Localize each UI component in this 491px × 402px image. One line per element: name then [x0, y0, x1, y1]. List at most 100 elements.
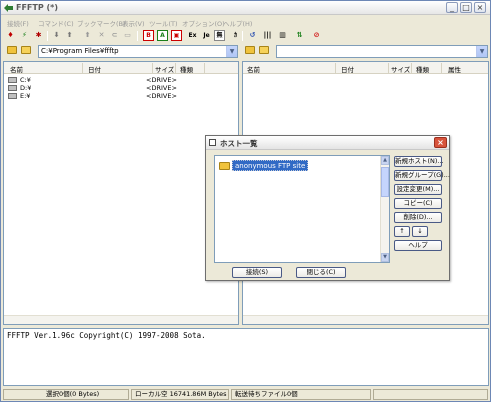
folder-icon [219, 162, 230, 170]
menu-bookmark[interactable]: ブックマーク(B) [77, 18, 126, 28]
connect-button[interactable]: 接続(S) [232, 267, 282, 278]
quick-connect-icon[interactable]: ⚡ [19, 30, 30, 41]
menu-bar: 接続(F) コマンド(C) ブックマーク(B) 表示(V) ツール(T) オプシ… [1, 16, 490, 28]
column-divider[interactable] [82, 63, 83, 73]
column-divider[interactable] [204, 63, 205, 73]
menu-options[interactable]: オプション(O) [182, 18, 225, 28]
scroll-down-icon[interactable]: ▼ [381, 253, 389, 262]
col-date[interactable]: 日付 [88, 64, 101, 74]
list-item[interactable]: C:¥ <DRIVE> [6, 76, 236, 84]
help-button[interactable]: ヘルプ [394, 240, 442, 251]
chevron-down-icon[interactable]: ▼ [476, 46, 487, 57]
mkdir-icon[interactable]: ▭ [122, 30, 133, 41]
list-item[interactable]: D:¥ <DRIVE> [6, 84, 236, 92]
folder-up-icon[interactable] [7, 46, 17, 54]
copy-button[interactable]: コピー(C) [394, 198, 442, 209]
status-local-free: ローカル空 16741.86M Bytes [131, 389, 229, 400]
local-path-text: C:¥Program Files¥ffftp [41, 47, 119, 55]
list-view-icon[interactable]: ||| [262, 30, 273, 41]
remote-path-combo[interactable]: ▼ [276, 45, 488, 58]
close-window-button[interactable]: × [474, 2, 486, 13]
open-folder-icon[interactable] [259, 46, 269, 54]
status-extra [373, 389, 488, 400]
vertical-scrollbar[interactable]: ▲ ▼ [380, 156, 389, 262]
move-down-button[interactable]: ↓ [412, 226, 428, 237]
host-item-label: anonymous FTP site [232, 160, 309, 171]
no-convert-icon[interactable]: 無 [214, 30, 225, 41]
kana-icon[interactable]: ｶ [230, 30, 241, 41]
log-panel[interactable]: FFFTP Ver.1.96c Copyright(C) 1997-2008 S… [3, 328, 489, 386]
new-group-button[interactable]: 新規グループ(G)... [394, 170, 450, 181]
list-item[interactable]: E:¥ <DRIVE> [6, 92, 236, 100]
status-bar: 選択0個(0 Bytes) ローカル空 16741.86M Bytes 転送待ち… [1, 388, 490, 401]
scroll-up-icon[interactable]: ▲ [381, 156, 389, 165]
close-dialog-button[interactable]: 閉じる(C) [296, 267, 346, 278]
menu-view[interactable]: 表示(V) [122, 18, 145, 28]
horizontal-scrollbar[interactable] [4, 315, 238, 324]
file-size: <DRIVE> [146, 84, 177, 92]
title-bar: FFFTP (*) _ □ × [1, 1, 490, 15]
binary-mode-icon[interactable]: B [143, 30, 154, 41]
euc-icon[interactable]: Ex [187, 30, 198, 41]
disconnect-icon[interactable]: ✱ [33, 30, 44, 41]
minimize-button[interactable]: _ [446, 2, 458, 13]
delete-icon[interactable]: ✕ [96, 30, 107, 41]
app-icon [4, 4, 13, 12]
chevron-down-icon[interactable]: ▼ [226, 46, 237, 57]
mirror-upload-icon[interactable]: ⬆ [82, 30, 93, 41]
menu-connect[interactable]: 接続(F) [7, 18, 29, 28]
col-size[interactable]: サイズ [155, 64, 174, 74]
menu-help[interactable]: ヘルプ(H) [223, 18, 252, 28]
abort-icon[interactable]: ⊘ [311, 30, 322, 41]
toolbar: ♦ ⚡ ✱ ⬇ ⬆ ⬆ ✕ ⊂ ▭ B A ▣ Ex Je 無 ｶ ↺ ||| … [1, 29, 490, 43]
rename-icon[interactable]: ⊂ [109, 30, 120, 41]
col-name[interactable]: 名前 [10, 64, 23, 74]
dialog-title-bar[interactable]: ホスト一覧 × [206, 136, 449, 150]
column-divider[interactable] [411, 63, 412, 73]
drive-icon [8, 77, 17, 83]
menu-command[interactable]: コマンド(C) [38, 18, 74, 28]
col-type[interactable]: 種類 [180, 64, 193, 74]
refresh-icon[interactable]: ↺ [247, 30, 258, 41]
jis-icon[interactable]: Je [201, 30, 212, 41]
folder-up-icon[interactable] [245, 46, 255, 54]
file-name: D:¥ [20, 84, 32, 92]
dialog-close-button[interactable]: × [434, 137, 447, 148]
column-divider[interactable] [441, 63, 442, 73]
file-name: E:¥ [20, 92, 31, 100]
local-file-pane[interactable]: 名前 日付 サイズ 種類 C:¥ <DRIVE> D:¥ <DRIVE> E:¥… [3, 61, 239, 325]
col-date[interactable]: 日付 [341, 64, 354, 74]
local-path-combo[interactable]: C:¥Program Files¥ffftp ▼ [38, 45, 238, 58]
remote-path-bar: ▼ [241, 44, 490, 59]
column-divider[interactable] [335, 63, 336, 73]
sync-icon[interactable]: ⇅ [294, 30, 305, 41]
col-name[interactable]: 名前 [247, 64, 260, 74]
maximize-button[interactable]: □ [460, 2, 472, 13]
menu-tools[interactable]: ツール(T) [149, 18, 178, 28]
detail-view-icon[interactable]: ▥ [277, 30, 288, 41]
ascii-mode-icon[interactable]: A [157, 30, 168, 41]
local-column-header: 名前 日付 サイズ 種類 [4, 62, 238, 74]
horizontal-scrollbar[interactable] [243, 315, 488, 324]
scroll-thumb[interactable] [381, 167, 389, 197]
connect-icon[interactable]: ♦ [5, 30, 16, 41]
auto-mode-icon[interactable]: ▣ [171, 30, 182, 41]
col-size[interactable]: サイズ [391, 64, 410, 74]
move-up-button[interactable]: ↑ [394, 226, 410, 237]
open-folder-icon[interactable] [21, 46, 31, 54]
new-host-button[interactable]: 新規ホスト(N)... [394, 156, 444, 167]
download-icon[interactable]: ⬇ [51, 30, 62, 41]
col-attr[interactable]: 属性 [448, 64, 461, 74]
upload-icon[interactable]: ⬆ [64, 30, 75, 41]
drive-icon [8, 85, 17, 91]
delete-button[interactable]: 削除(D)... [394, 212, 442, 223]
window-title: FFFTP (*) [16, 3, 58, 12]
edit-settings-button[interactable]: 設定変更(M)... [394, 184, 442, 195]
toolbar-separator [242, 31, 243, 41]
column-divider[interactable] [175, 63, 176, 73]
status-queue-text: 転送待ちファイル0個 [235, 390, 298, 398]
col-type[interactable]: 種類 [416, 64, 429, 74]
column-divider[interactable] [152, 63, 153, 73]
column-divider[interactable] [388, 63, 389, 73]
host-list[interactable]: anonymous FTP site ▲ ▼ [214, 155, 390, 263]
